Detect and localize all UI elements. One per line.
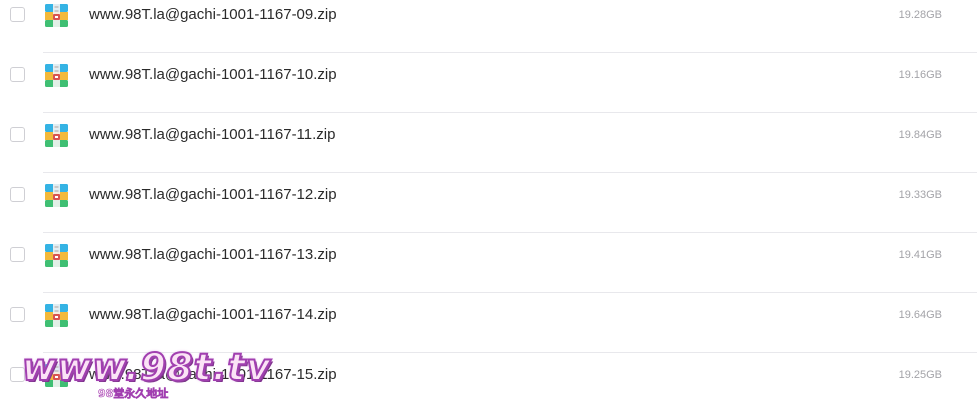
watermark-subtext: 98堂永久地址 xyxy=(98,387,169,401)
zip-archive-icon xyxy=(45,4,68,27)
zip-archive-icon xyxy=(45,244,68,267)
file-checkbox[interactable] xyxy=(10,247,25,262)
file-size: 19.64GB xyxy=(898,309,942,321)
file-checkbox[interactable] xyxy=(10,127,25,142)
file-row[interactable]: www.98T.la@gachi-1001-1167-10.zip 19.16G… xyxy=(0,53,977,113)
watermark-text: www.98t.tv xyxy=(21,345,272,390)
file-row[interactable]: www.98T.la@gachi-1001-1167-12.zip 19.33G… xyxy=(0,173,977,233)
file-size: 19.28GB xyxy=(898,9,942,21)
file-checkbox[interactable] xyxy=(10,307,25,322)
file-checkbox[interactable] xyxy=(10,67,25,82)
file-row[interactable]: www.98T.la@gachi-1001-1167-14.zip 19.64G… xyxy=(0,293,977,353)
file-size: 19.84GB xyxy=(898,129,942,141)
watermark: www.98t.tv 98堂永久地址 xyxy=(21,345,271,405)
file-row[interactable]: www.98T.la@gachi-1001-1167-13.zip 19.41G… xyxy=(0,233,977,293)
file-list: www.98T.la@gachi-1001-1167-09.zip 19.28G… xyxy=(0,0,977,405)
zip-archive-icon xyxy=(45,64,68,87)
file-name[interactable]: www.98T.la@gachi-1001-1167-14.zip xyxy=(89,306,337,324)
file-checkbox[interactable] xyxy=(10,7,25,22)
zip-archive-icon xyxy=(45,184,68,207)
zip-archive-icon xyxy=(45,304,68,327)
file-size: 19.33GB xyxy=(898,189,942,201)
file-name[interactable]: www.98T.la@gachi-1001-1167-12.zip xyxy=(89,186,337,204)
zip-archive-icon xyxy=(45,124,68,147)
file-name[interactable]: www.98T.la@gachi-1001-1167-10.zip xyxy=(89,66,337,84)
file-size: 19.25GB xyxy=(898,369,942,381)
file-row[interactable]: www.98T.la@gachi-1001-1167-09.zip 19.28G… xyxy=(0,0,977,53)
file-name[interactable]: www.98T.la@gachi-1001-1167-11.zip xyxy=(89,126,335,144)
file-row[interactable]: www.98T.la@gachi-1001-1167-11.zip 19.84G… xyxy=(0,113,977,173)
file-name[interactable]: www.98T.la@gachi-1001-1167-13.zip xyxy=(89,246,337,264)
file-size: 19.16GB xyxy=(898,69,942,81)
file-size: 19.41GB xyxy=(898,249,942,261)
file-checkbox[interactable] xyxy=(10,187,25,202)
file-name[interactable]: www.98T.la@gachi-1001-1167-09.zip xyxy=(89,6,337,24)
